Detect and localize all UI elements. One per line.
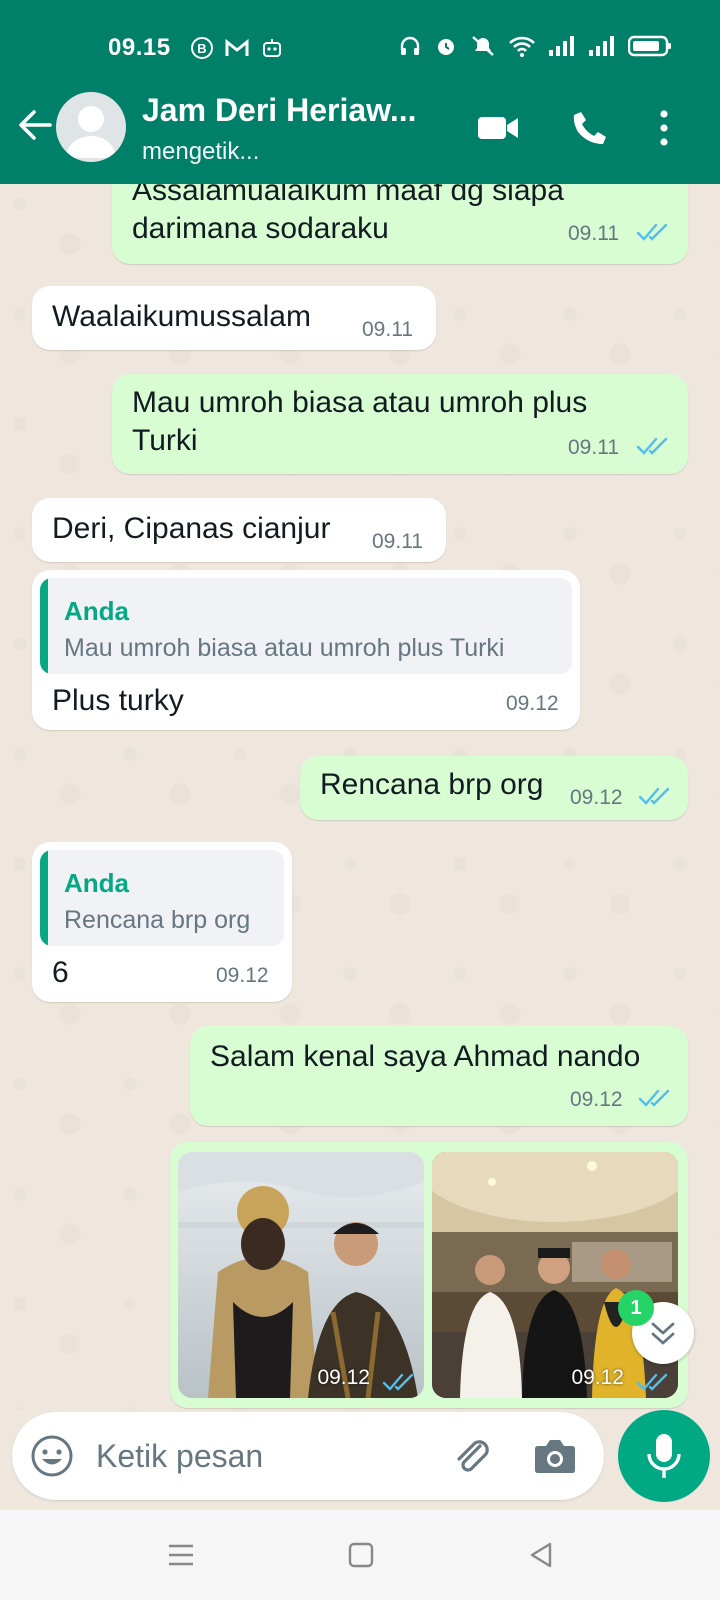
signal-icon-2 xyxy=(588,35,616,62)
quote-bar xyxy=(40,850,48,946)
home-icon[interactable] xyxy=(346,1540,376,1570)
message-time: 09.11 xyxy=(568,436,619,459)
message-time: 09.11 xyxy=(568,222,619,245)
photo-time: 09.12 xyxy=(317,1366,370,1389)
app-header: 09.15 B Jam Deri Heriaw... mengetik... xyxy=(0,0,720,184)
microphone-icon xyxy=(647,1434,681,1478)
photo-image xyxy=(178,1152,424,1398)
outgoing-message[interactable]: Assalamualaikum maaf dg siapa darimana s… xyxy=(112,184,688,264)
headphones-icon xyxy=(398,34,422,63)
status-time: 09.15 xyxy=(108,34,171,61)
read-receipt-icon xyxy=(636,437,668,455)
photo-thumbnail[interactable]: 09.12 xyxy=(178,1152,424,1398)
message-time: 09.12 xyxy=(570,1088,623,1111)
incoming-message[interactable]: Deri, Cipanas cianjur 09.11 xyxy=(32,498,446,562)
outgoing-message[interactable]: Mau umroh biasa atau umroh plus Turki 09… xyxy=(112,374,688,474)
quoted-message[interactable]: Anda Mau umroh biasa atau umroh plus Tur… xyxy=(40,578,572,674)
message-time: 09.11 xyxy=(362,318,413,341)
quote-text: Rencana brp org xyxy=(64,906,251,934)
photo-time: 09.12 xyxy=(571,1366,624,1389)
quote-text: Mau umroh biasa atau umroh plus Turki xyxy=(64,634,505,662)
contact-name[interactable]: Jam Deri Heriaw... xyxy=(142,92,417,129)
outgoing-message[interactable]: Rencana brp org 09.12 xyxy=(300,756,688,820)
system-navigation-bar xyxy=(0,1510,720,1600)
quote-sender: Anda xyxy=(64,596,129,626)
message-text: Mau umroh biasa atau umroh plus Turki xyxy=(132,386,588,457)
message-text: 6 xyxy=(52,956,69,989)
incoming-message[interactable]: Waalaikumussalam 09.11 xyxy=(32,286,436,350)
more-options-icon[interactable] xyxy=(654,108,674,148)
system-status-icons xyxy=(398,34,672,63)
read-receipt-icon xyxy=(382,1373,414,1391)
signal-icon-1 xyxy=(548,35,576,62)
mute-icon xyxy=(470,34,496,63)
voice-call-icon[interactable] xyxy=(570,108,614,148)
message-text: Assalamualaikum maaf dg siapa darimana s… xyxy=(132,184,564,245)
voice-message-button[interactable] xyxy=(618,1410,710,1502)
read-receipt-icon xyxy=(638,787,670,805)
back-nav-icon[interactable] xyxy=(526,1540,556,1570)
camera-icon[interactable] xyxy=(532,1434,578,1478)
chat-area[interactable]: Assalamualaikum maaf dg siapa darimana s… xyxy=(0,184,720,1410)
video-call-icon[interactable] xyxy=(476,108,520,148)
message-text: Rencana brp org xyxy=(320,768,544,801)
status-bar: 09.15 B xyxy=(0,0,720,90)
outgoing-message[interactable]: Salam kenal saya Ahmad nando 09.12 xyxy=(190,1026,688,1126)
message-time: 09.12 xyxy=(506,692,559,715)
message-text: Deri, Cipanas cianjur xyxy=(52,512,331,545)
read-receipt-icon xyxy=(638,1089,670,1107)
message-text: Salam kenal saya Ahmad nando xyxy=(210,1040,641,1073)
message-time: 09.11 xyxy=(372,530,423,553)
message-input[interactable]: Ketik pesan xyxy=(96,1438,263,1475)
message-time: 09.12 xyxy=(216,964,269,987)
quoted-message[interactable]: Anda Rencana brp org xyxy=(40,850,284,946)
avatar[interactable] xyxy=(56,92,126,162)
outgoing-photo-album[interactable]: 09.12 09.12 xyxy=(170,1142,688,1408)
emoji-icon[interactable] xyxy=(30,1434,74,1478)
notification-icons: B xyxy=(190,36,284,65)
read-receipt-icon xyxy=(636,1373,668,1391)
message-text: Waalaikumussalam xyxy=(52,300,311,333)
back-button[interactable] xyxy=(16,106,54,144)
quote-sender: Anda xyxy=(64,868,129,898)
robot-icon xyxy=(260,36,284,65)
attachment-icon[interactable] xyxy=(450,1434,494,1478)
battery-icon xyxy=(627,34,672,63)
wifi-icon xyxy=(508,34,536,63)
incoming-reply-message[interactable]: Anda Rencana brp org 6 09.12 xyxy=(32,842,292,1002)
gmail-icon xyxy=(224,36,250,65)
unread-count-badge: 1 xyxy=(618,1290,654,1326)
incoming-reply-message[interactable]: Anda Mau umroh biasa atau umroh plus Tur… xyxy=(32,570,580,730)
svg-text:B: B xyxy=(197,41,206,56)
message-composer[interactable]: Ketik pesan xyxy=(12,1412,604,1500)
recent-apps-icon[interactable] xyxy=(166,1540,196,1570)
quote-bar xyxy=(40,578,48,674)
b-badge-icon: B xyxy=(190,36,214,65)
message-text: Plus turky xyxy=(52,684,184,717)
contact-status: mengetik... xyxy=(142,138,260,165)
read-receipt-icon xyxy=(636,223,668,241)
message-time: 09.12 xyxy=(570,786,623,809)
alarm-icon xyxy=(434,34,458,63)
